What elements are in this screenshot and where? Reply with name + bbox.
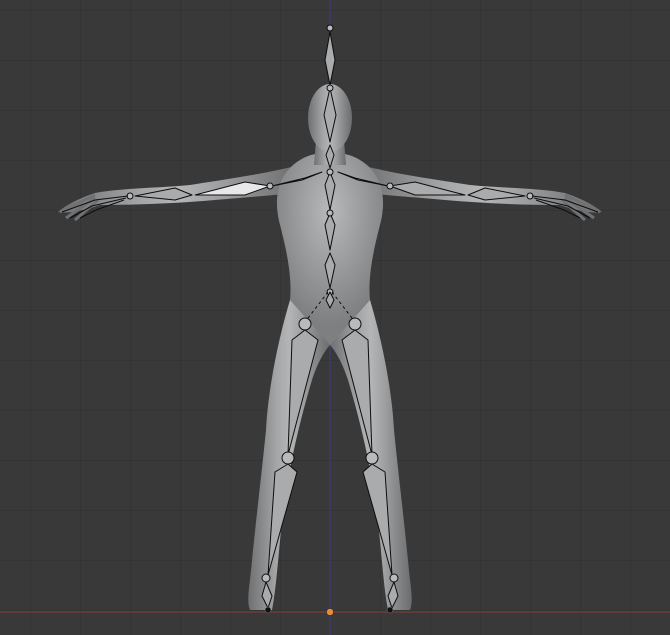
viewport-canvas[interactable] <box>0 0 670 635</box>
bone-joint-knee-right[interactable] <box>365 451 379 465</box>
bone-joint-knee-left[interactable] <box>281 451 295 465</box>
bone-joint-head[interactable] <box>326 84 334 92</box>
bone-joint-elbow-left[interactable] <box>266 182 274 190</box>
object-origin-marker[interactable] <box>326 608 334 616</box>
bone-joint-hip-left[interactable] <box>298 317 312 331</box>
bone-joint-chest[interactable] <box>326 168 334 176</box>
bone-joint-elbow-right[interactable] <box>386 182 394 190</box>
foot-marker-left <box>264 606 272 614</box>
bone-joint-ankle-left[interactable] <box>261 573 271 583</box>
bone-joint-hip-right[interactable] <box>348 317 362 331</box>
3d-viewport[interactable] <box>0 0 670 635</box>
foot-marker-right <box>386 606 394 614</box>
bone-joint-head-tip[interactable] <box>326 24 334 32</box>
bone-joint-spine[interactable] <box>326 209 334 217</box>
bone-joint-ankle-right[interactable] <box>389 573 399 583</box>
